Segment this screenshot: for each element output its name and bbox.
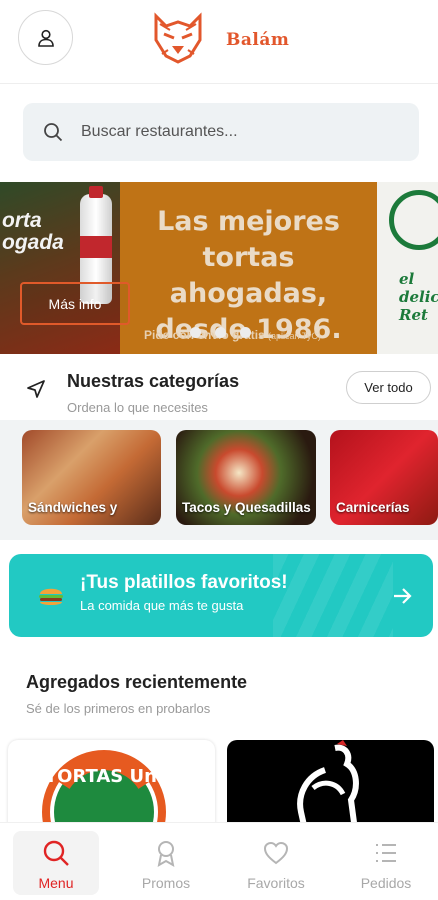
torta-photo: orta ogada	[0, 182, 120, 354]
next-slide-text: el delicio Ret	[399, 270, 438, 324]
burger-icon	[39, 588, 63, 605]
category-card-tacos[interactable]: Tacos y Quesadillas	[176, 430, 316, 525]
promo-subtitle-note: (aplican TyC)	[268, 331, 321, 341]
photo-text-line1: orta	[2, 209, 42, 232]
search-icon	[44, 123, 63, 142]
restaurant-card-tortas-uni[interactable]: TORTAS Uni	[8, 740, 215, 830]
category-card-sandwiches[interactable]: Sándwiches y	[22, 430, 161, 525]
uni-logo	[389, 190, 438, 250]
search-icon	[43, 840, 69, 866]
categories-subtitle: Ordena lo que necesites	[67, 400, 208, 415]
arrow-right-icon[interactable]	[391, 585, 413, 607]
nav-label: Favoritos	[247, 875, 305, 891]
promo-title-line2: tortas ahogadas,	[169, 242, 328, 309]
recent-subtitle: Sé de los primeros en probarlos	[26, 701, 211, 716]
profile-button[interactable]	[18, 10, 73, 65]
heart-icon	[263, 841, 289, 865]
recent-title: Agregados recientemente	[26, 672, 248, 692]
rooster-logo-icon	[297, 740, 359, 830]
nav-item-promos[interactable]: Promos	[123, 831, 209, 895]
award-icon	[157, 841, 175, 867]
promo-title-line1: Las mejores	[157, 206, 340, 237]
favorites-banner[interactable]	[9, 554, 433, 637]
restaurant-card-rooster[interactable]	[227, 740, 434, 830]
carousel-dots	[190, 327, 251, 338]
search-bar[interactable]	[23, 103, 419, 161]
brand-name: Balám	[226, 30, 290, 50]
tortas-uni-logo-icon: TORTAS Uni	[42, 750, 166, 830]
next-slide-preview[interactable]: el delicio Ret	[377, 182, 438, 354]
category-label: Sándwiches y	[28, 500, 118, 515]
user-icon	[37, 29, 54, 47]
nav-label: Pedidos	[360, 875, 412, 891]
favorites-subtitle: La comida que más te gusta	[80, 598, 244, 613]
photo-text-line2: ogada	[2, 231, 64, 254]
categories-list: Sándwiches y Tacos y Quesadillas Carnice…	[0, 420, 438, 540]
nav-label: Menu	[38, 875, 74, 891]
carousel-dot[interactable]	[190, 327, 201, 338]
category-label: Tacos y Quesadillas	[182, 500, 311, 515]
categories-title: Nuestras categorías	[67, 371, 240, 391]
list-icon	[376, 844, 396, 862]
favorites-title: ¡Tus platillos favoritos!	[80, 572, 288, 593]
bottom-navigation: Menu Promos Favoritos Pedidos	[0, 822, 438, 900]
jaguar-logo-icon	[154, 12, 202, 64]
nav-item-favorites[interactable]: Favoritos	[233, 831, 319, 895]
carousel-dot[interactable]	[215, 327, 226, 338]
tortas-uni-logo-text: TORTAS Uni	[45, 766, 163, 787]
category-card-butchers[interactable]: Carnicerías	[330, 430, 438, 525]
carousel-dot[interactable]	[240, 327, 251, 338]
nav-item-menu[interactable]: Menu	[13, 831, 99, 895]
navigation-arrow-icon	[27, 380, 45, 398]
promo-carousel[interactable]: orta ogada Las mejores tortas ahogadas, …	[0, 182, 438, 354]
nav-item-orders[interactable]: Pedidos	[343, 831, 429, 895]
more-info-button[interactable]: Más info	[20, 282, 130, 325]
app-header: Balám	[0, 0, 438, 84]
category-label: Carnicerías	[336, 500, 410, 515]
see-all-button[interactable]: Ver todo	[346, 371, 431, 404]
search-input[interactable]	[81, 123, 381, 141]
nav-label: Promos	[141, 875, 191, 891]
